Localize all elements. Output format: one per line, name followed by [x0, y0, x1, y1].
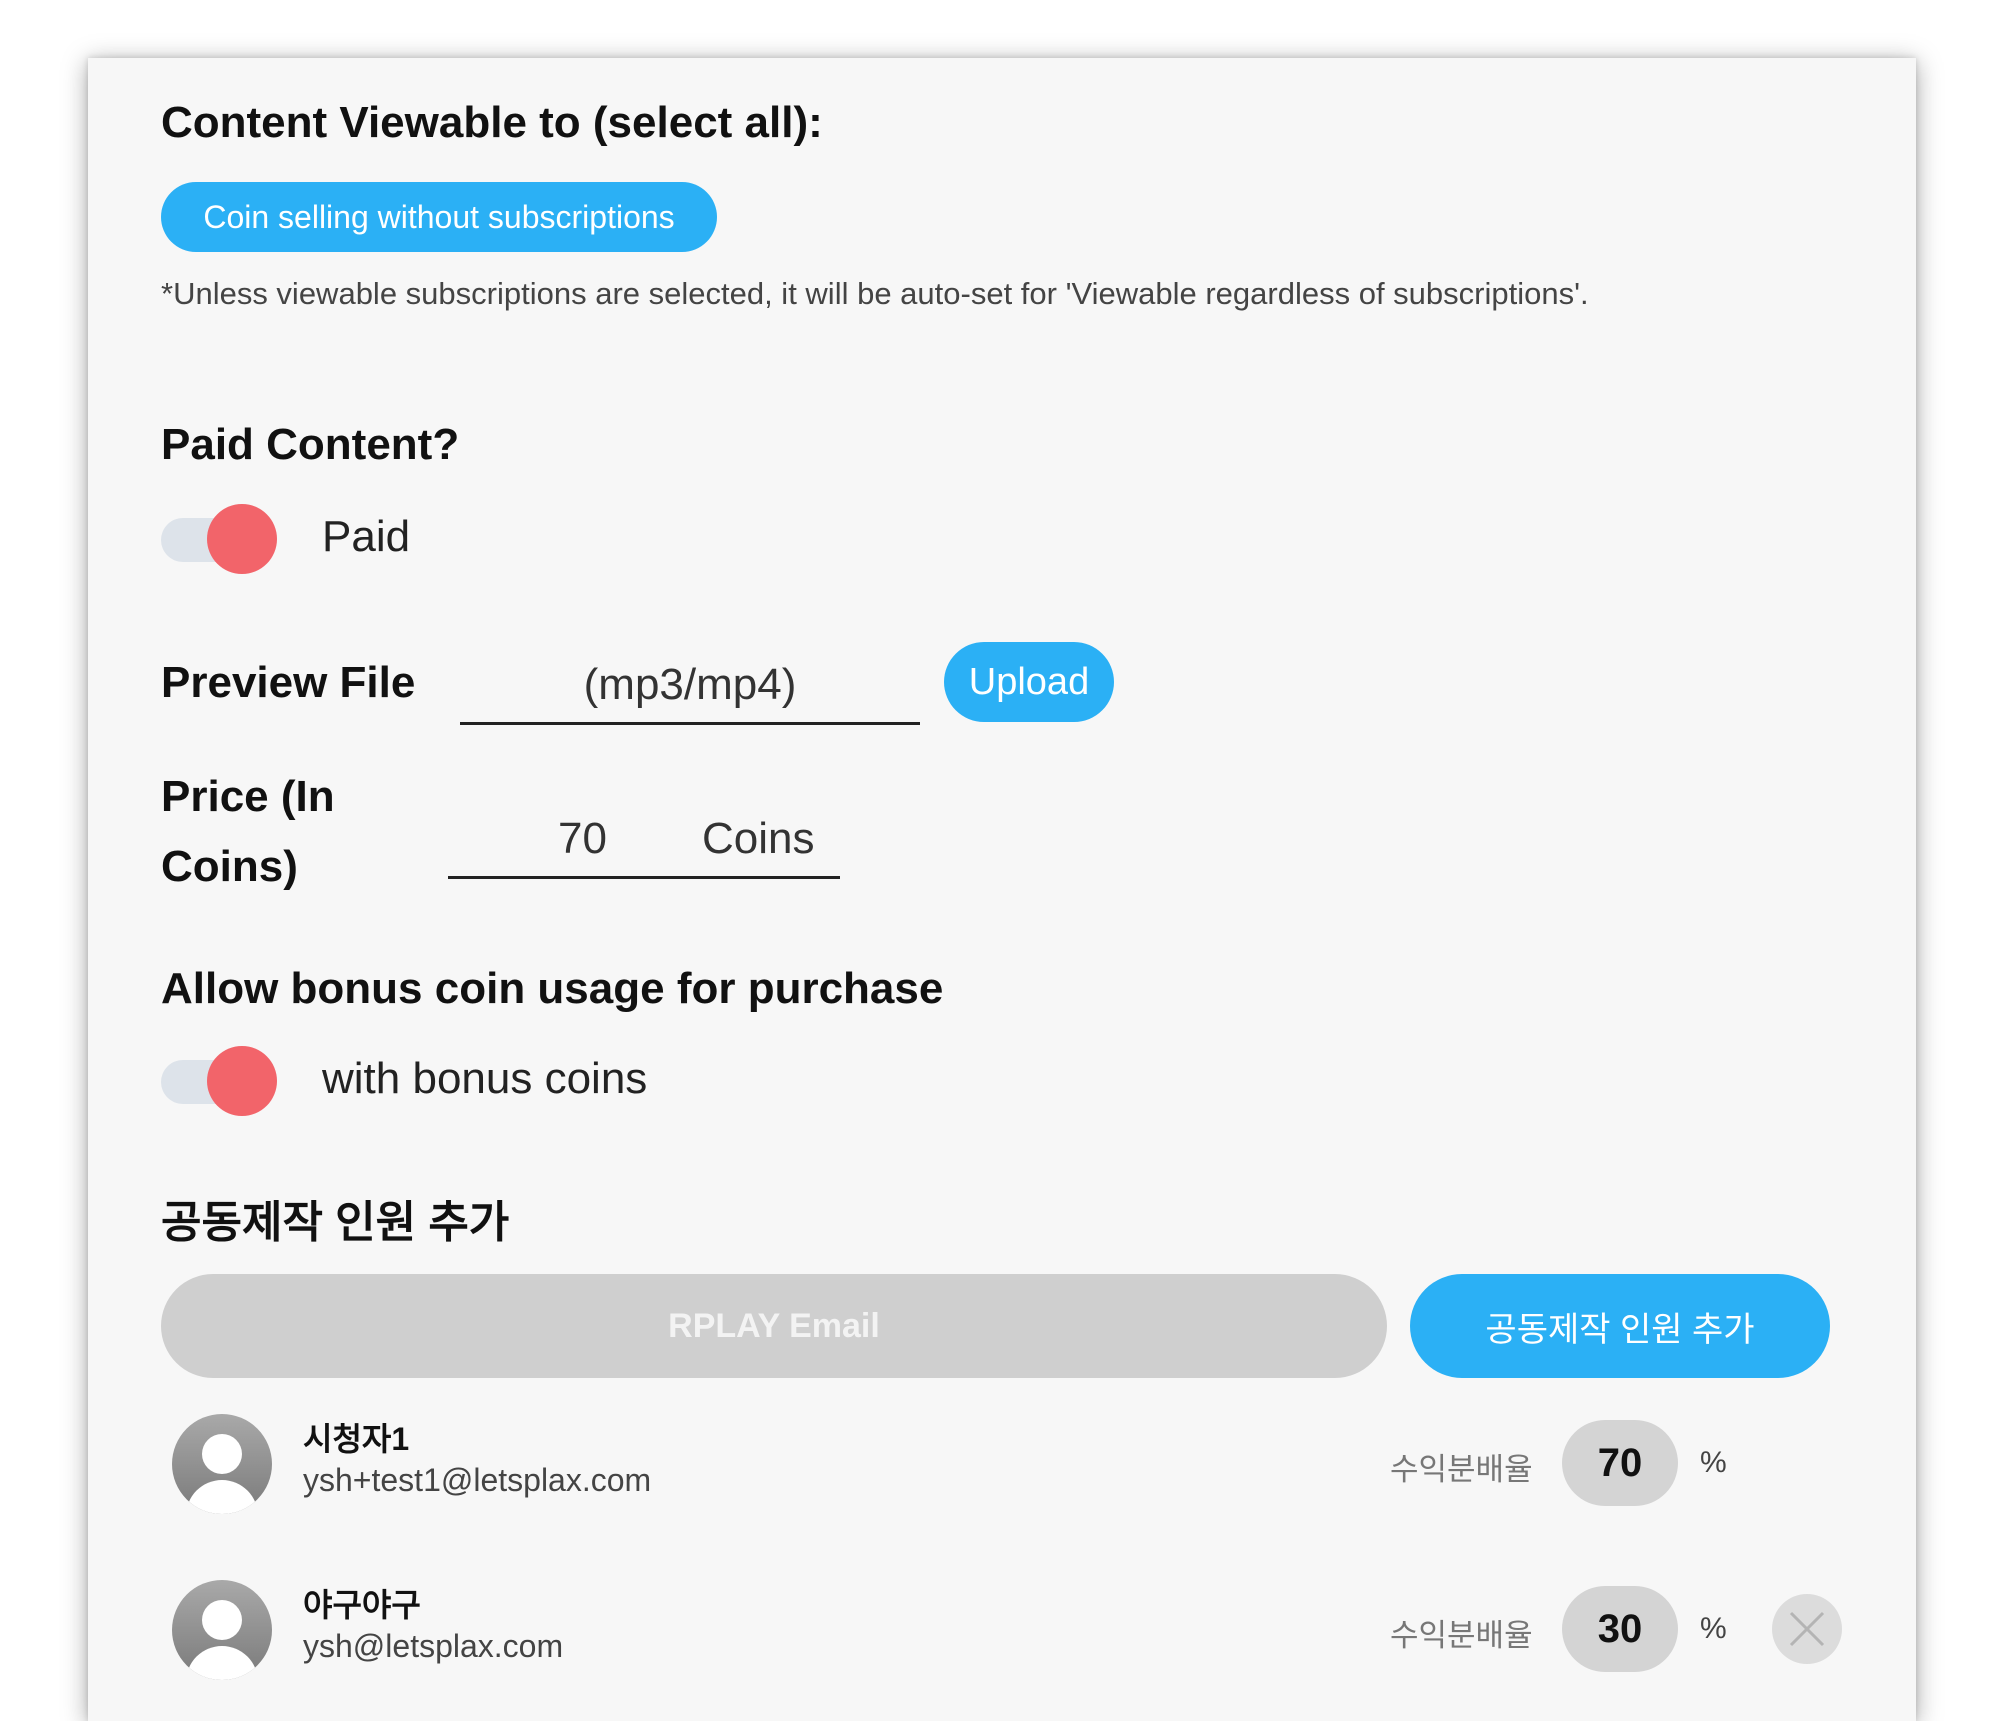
- coin-selling-chip[interactable]: Coin selling without subscriptions: [161, 182, 717, 252]
- paid-toggle[interactable]: [161, 504, 277, 574]
- percent-symbol: %: [1700, 1446, 1727, 1479]
- avatar-head: [202, 1434, 242, 1474]
- upload-button[interactable]: Upload: [944, 642, 1114, 722]
- percent-symbol: %: [1700, 1612, 1727, 1645]
- avatar-body: [186, 1646, 258, 1680]
- price-value: 70: [558, 814, 607, 863]
- remove-coproducer-button[interactable]: [1772, 1594, 1842, 1664]
- paid-content-heading: Paid Content?: [161, 420, 460, 469]
- coproducer-row: 야구야구 ysh@letsplax.com 수익분배율 30 %: [88, 1574, 1916, 1684]
- revenue-share-input[interactable]: 70: [1562, 1420, 1678, 1506]
- avatar: [172, 1414, 272, 1514]
- member-name: 시청자1: [303, 1421, 410, 1457]
- revenue-share-label: 수익분배율: [1390, 1452, 1533, 1487]
- member-email: ysh@letsplax.com: [303, 1628, 564, 1664]
- price-unit: Coins: [702, 814, 815, 863]
- price-label-line1: Price (In: [161, 772, 335, 821]
- toggle-knob: [207, 504, 277, 574]
- viewable-heading: Content Viewable to (select all):: [161, 98, 823, 147]
- member-name: 야구야구: [303, 1587, 421, 1623]
- revenue-share-input[interactable]: 30: [1562, 1586, 1678, 1672]
- rplay-email-input[interactable]: RPLAY Email: [161, 1274, 1387, 1378]
- avatar: [172, 1580, 272, 1680]
- preview-file-placeholder: (mp3/mp4): [583, 660, 797, 709]
- bonus-coin-toggle[interactable]: [161, 1046, 277, 1116]
- bonus-coin-heading: Allow bonus coin usage for purchase: [161, 964, 944, 1013]
- paid-toggle-label: Paid: [322, 512, 411, 561]
- price-label-line2: Coins): [161, 842, 298, 891]
- coproducer-row: 시청자1 ysh+test1@letsplax.com 수익분배율 70 %: [88, 1408, 1916, 1518]
- price-input[interactable]: 70 Coins: [448, 804, 840, 879]
- bonus-coin-toggle-label: with bonus coins: [322, 1054, 648, 1103]
- preview-file-field[interactable]: (mp3/mp4): [460, 652, 920, 725]
- toggle-knob: [207, 1046, 277, 1116]
- revenue-share-label: 수익분배율: [1390, 1618, 1533, 1653]
- viewable-note: *Unless viewable subscriptions are selec…: [161, 276, 1589, 311]
- member-email: ysh+test1@letsplax.com: [303, 1462, 652, 1498]
- add-coproducer-button[interactable]: 공동제작 인원 추가: [1410, 1274, 1830, 1378]
- content-settings-panel: Content Viewable to (select all): Coin s…: [88, 58, 1916, 1721]
- coproducers-heading: 공동제작 인원 추가: [161, 1198, 510, 1247]
- close-icon: [1789, 1611, 1825, 1647]
- preview-file-label: Preview File: [161, 658, 416, 707]
- avatar-head: [202, 1600, 242, 1640]
- avatar-body: [186, 1480, 258, 1514]
